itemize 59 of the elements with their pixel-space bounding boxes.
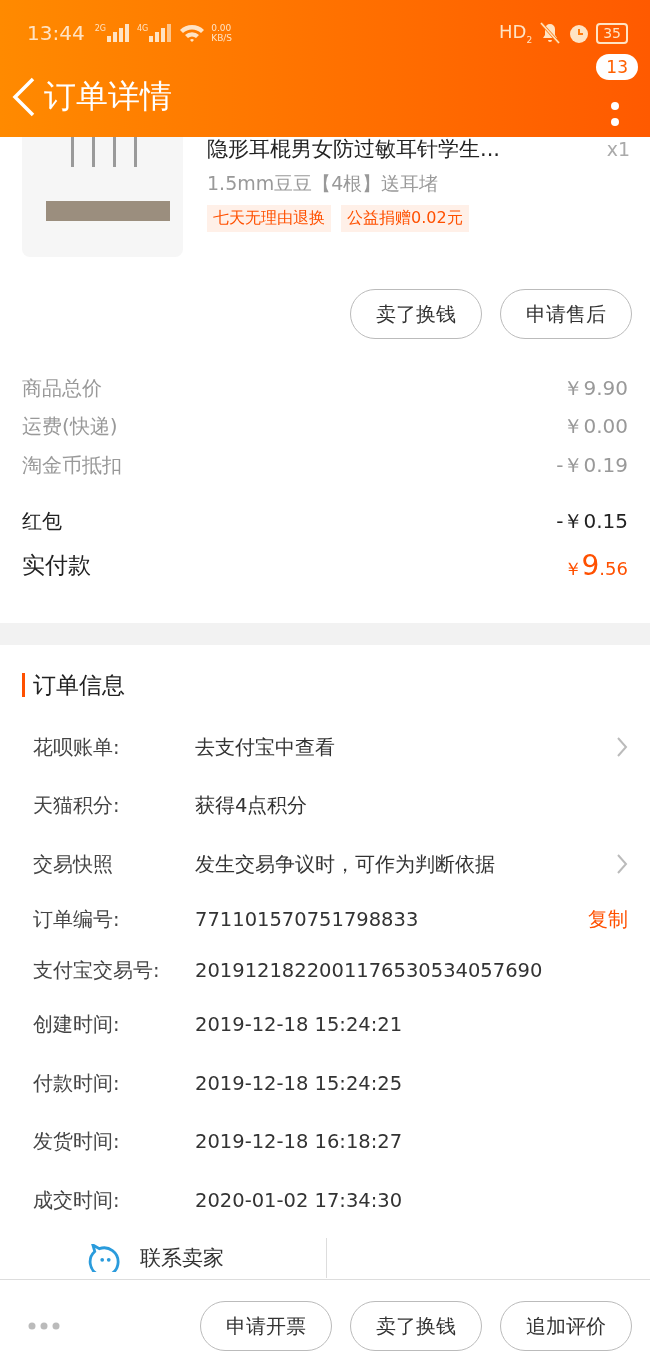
signal-icon	[149, 24, 174, 42]
info-value: 2019-12-18 16:18:27	[195, 1130, 404, 1154]
action-button[interactable]: 卖了换钱	[350, 1301, 482, 1351]
section-title: 订单信息	[33, 670, 125, 700]
price-value: -￥0.19	[556, 451, 628, 479]
alarm-icon	[568, 22, 591, 44]
speed-unit: KB/S	[211, 33, 233, 43]
info-value: 2020-01-02 17:34:30	[195, 1188, 404, 1212]
chevron-right-icon[interactable]	[616, 853, 628, 876]
info-value: 2019121822001176530534057690	[195, 958, 544, 982]
service-tag: 公益捐赠0.02元	[341, 205, 469, 232]
info-label: 交易快照	[33, 851, 114, 878]
info-label: 付款时间:	[33, 1070, 121, 1097]
mute-icon	[538, 22, 563, 44]
info-label: 发货时间:	[33, 1129, 121, 1156]
action-button[interactable]: 追加评价	[500, 1301, 632, 1351]
price-label: 淘金币抵扣	[22, 451, 122, 479]
service-tag: 七天无理由退换	[207, 205, 331, 232]
info-label: 花呗账单:	[33, 734, 121, 761]
action-button[interactable]: 卖了换钱	[350, 289, 482, 339]
info-label: 天猫积分:	[33, 793, 121, 820]
total-label: 实付款	[22, 550, 91, 580]
product-title[interactable]: 隐形耳棍男女防过敏耳针学生...	[207, 137, 501, 163]
speed-value: 0.00	[211, 23, 233, 33]
wifi-icon	[179, 23, 206, 43]
info-value: 获得4点积分	[195, 793, 309, 820]
price-value: ￥0.00	[563, 413, 628, 441]
price-label: 运费(快递)	[22, 413, 118, 441]
signal-icon	[106, 24, 131, 42]
message-count-badge: 13	[596, 54, 638, 80]
chat-face-icon[interactable]	[88, 1243, 122, 1272]
price-label: 商品总价	[22, 374, 102, 402]
contact-seller-link[interactable]: 联系卖家	[140, 1244, 224, 1271]
info-label: 创建时间:	[33, 1012, 121, 1039]
status-time: 13:44	[27, 21, 85, 45]
action-button[interactable]: 申请开票	[200, 1301, 332, 1351]
hd-label: HD$_{2}$	[499, 21, 533, 45]
chevron-right-icon[interactable]	[616, 736, 628, 759]
info-label: 成交时间:	[33, 1187, 121, 1214]
network-label: 4G	[136, 24, 149, 33]
product-spec: 1.5mm豆豆【4根】送耳堵	[207, 171, 440, 196]
total-amount: ￥9.56	[563, 548, 628, 582]
action-button[interactable]: 申请售后	[500, 289, 632, 339]
back-icon[interactable]	[12, 77, 36, 117]
battery-icon: 35	[596, 22, 628, 44]
price-value: ￥9.90	[563, 374, 628, 402]
info-value: 2019-12-18 15:24:25	[195, 1071, 404, 1095]
info-label: 支付宝交易号:	[33, 957, 161, 984]
info-value: 2019-12-18 15:24:21	[195, 1013, 404, 1037]
page-title: 订单详情	[44, 76, 172, 117]
info-value: 771101570751798833	[195, 907, 420, 931]
info-value: 去支付宝中查看	[195, 734, 336, 761]
price-label: 红包	[22, 508, 62, 536]
more-icon[interactable]	[28, 1322, 60, 1330]
price-value: -￥0.15	[556, 508, 628, 536]
network-label: 2G	[94, 24, 106, 33]
info-value: 发生交易争议时，可作为判断依据	[195, 851, 496, 878]
info-label: 订单编号:	[33, 906, 121, 933]
quantity-label: x1	[606, 138, 630, 160]
